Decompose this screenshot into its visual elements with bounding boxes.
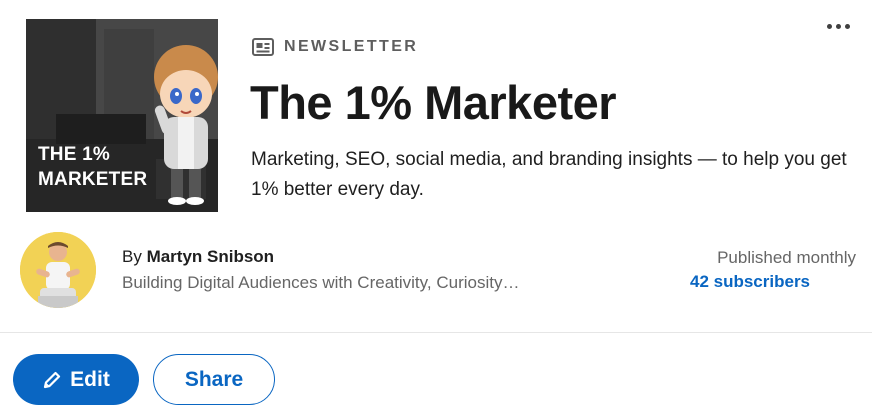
subscriber-count-link[interactable]: 42 subscribers	[690, 271, 810, 293]
edit-button[interactable]: Edit	[13, 354, 139, 405]
share-button[interactable]: Share	[153, 354, 275, 405]
newsletter-eyebrow: NEWSLETTER	[252, 37, 418, 57]
more-options-button[interactable]	[818, 14, 858, 38]
author-avatar[interactable]	[20, 232, 96, 308]
author-name-link[interactable]: Martyn Snibson	[147, 247, 275, 266]
section-divider	[0, 332, 872, 333]
newsletter-description: Marketing, SEO, social media, and brandi…	[251, 149, 847, 200]
more-horizontal-icon	[826, 23, 832, 29]
newsletter-cover-image: THE 1% MARKETER	[26, 19, 218, 212]
newsletter-title: The 1% Marketer	[250, 76, 617, 129]
author-byline: By Martyn Snibson	[122, 246, 274, 268]
author-photo	[20, 232, 96, 308]
publish-cadence: Published monthly	[717, 248, 856, 267]
newsletter-label: NEWSLETTER	[284, 38, 419, 55]
share-button-label: Share	[184, 367, 244, 391]
pencil-icon	[44, 371, 61, 388]
byline-prefix: By	[122, 247, 147, 266]
edit-button-label: Edit	[70, 367, 110, 391]
author-headline: Building Digital Audiences with Creativi…	[122, 273, 520, 292]
newsletter-icon	[252, 38, 274, 56]
cover-title-text: THE 1% MARKETER	[38, 144, 148, 190]
